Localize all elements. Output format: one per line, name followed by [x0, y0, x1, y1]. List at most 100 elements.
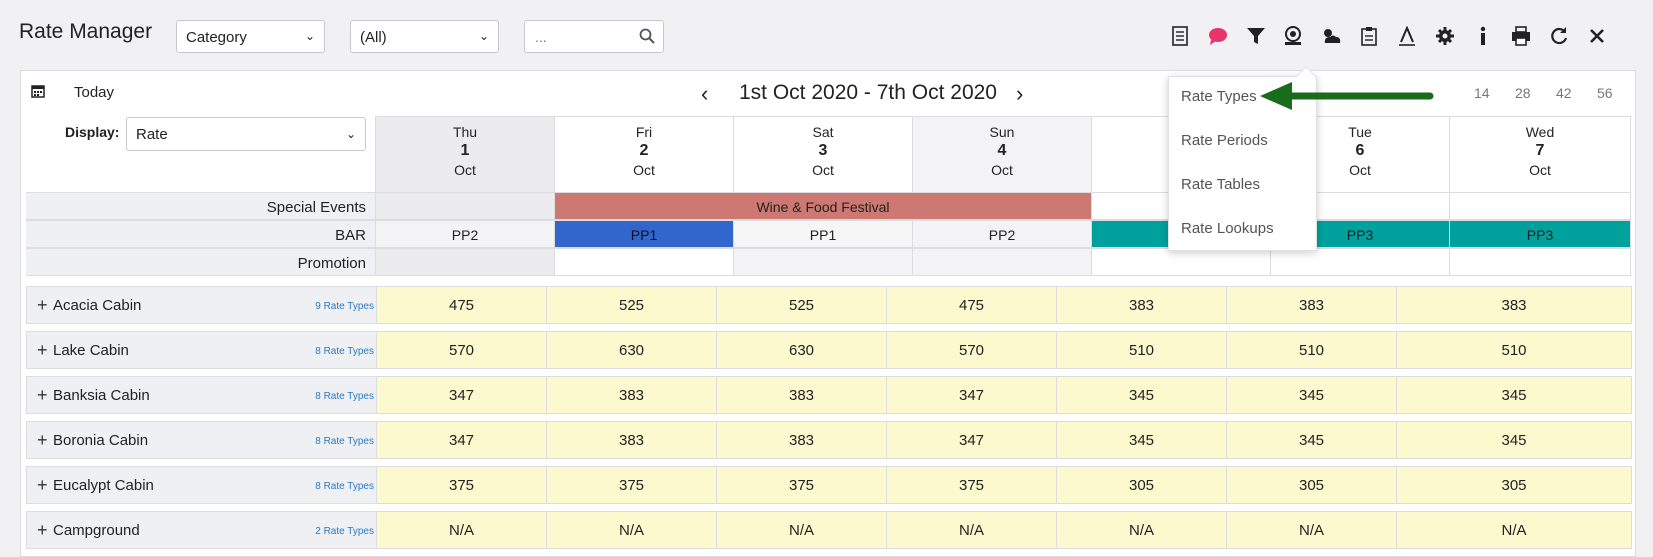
expand-plus-icon[interactable]: +: [37, 340, 48, 361]
text-format-icon[interactable]: [1393, 22, 1421, 50]
rate-cell[interactable]: N/A: [546, 512, 716, 548]
menu-item-rate-periods[interactable]: Rate Periods: [1181, 132, 1268, 149]
rate-cell[interactable]: 525: [546, 287, 716, 323]
span-14[interactable]: 14: [1474, 85, 1490, 101]
rate-cell[interactable]: 475: [376, 287, 546, 323]
rate-cell[interactable]: N/A: [886, 512, 1056, 548]
info-icon[interactable]: [1469, 22, 1497, 50]
rate-cell[interactable]: 305: [1226, 467, 1396, 503]
rate-cell[interactable]: 345: [1226, 377, 1396, 413]
promotion-cell[interactable]: [375, 248, 554, 276]
gear-icon[interactable]: [1431, 22, 1459, 50]
rate-cell[interactable]: 347: [886, 377, 1056, 413]
rate-cell[interactable]: 305: [1056, 467, 1226, 503]
promotion-cell[interactable]: [554, 248, 733, 276]
rate-types-link[interactable]: 9 Rate Types: [315, 301, 374, 312]
calendar-icon[interactable]: [31, 84, 45, 103]
list-icon[interactable]: [1166, 22, 1194, 50]
bar-cell[interactable]: PP3: [1449, 220, 1631, 248]
rate-cell[interactable]: 383: [1056, 287, 1226, 323]
rate-cell[interactable]: 630: [716, 332, 886, 368]
display-select[interactable]: Rate ⌄: [126, 117, 366, 151]
rate-cell[interactable]: 345: [1056, 377, 1226, 413]
rate-cell[interactable]: 375: [886, 467, 1056, 503]
promotion-cell[interactable]: [733, 248, 912, 276]
previous-arrow-icon[interactable]: ‹: [701, 81, 708, 107]
rate-cell[interactable]: 345: [1396, 377, 1631, 413]
clipboard-icon[interactable]: [1355, 22, 1383, 50]
rate-cell[interactable]: N/A: [376, 512, 546, 548]
rate-cell[interactable]: 347: [376, 422, 546, 458]
rate-cell[interactable]: 383: [546, 422, 716, 458]
bar-cell[interactable]: PP1: [733, 220, 912, 248]
rate-cell[interactable]: N/A: [716, 512, 886, 548]
all-select[interactable]: (All) ⌄: [350, 20, 499, 53]
rate-cell[interactable]: 383: [546, 377, 716, 413]
chat-bubble-icon[interactable]: [1204, 22, 1232, 50]
room-type-label: + Campground 2 Rate Types: [27, 512, 377, 548]
rate-cell[interactable]: 570: [886, 332, 1056, 368]
rate-cell[interactable]: 383: [716, 422, 886, 458]
rate-cell[interactable]: 383: [716, 377, 886, 413]
rate-cell[interactable]: 345: [1396, 422, 1631, 458]
filter-icon[interactable]: [1242, 22, 1270, 50]
refresh-icon[interactable]: [1545, 22, 1573, 50]
rate-cell[interactable]: 375: [716, 467, 886, 503]
bar-cell[interactable]: PP1: [554, 220, 733, 248]
rate-cell[interactable]: 347: [376, 377, 546, 413]
rate-cell[interactable]: 347: [886, 422, 1056, 458]
expand-plus-icon[interactable]: +: [37, 430, 48, 451]
rate-cell[interactable]: 375: [376, 467, 546, 503]
rate-cell[interactable]: 305: [1396, 467, 1631, 503]
rate-cell[interactable]: 475: [886, 287, 1056, 323]
rate-cell[interactable]: N/A: [1396, 512, 1631, 548]
bar-cell[interactable]: PP2: [375, 220, 554, 248]
span-56[interactable]: 56: [1597, 85, 1613, 101]
bar-cell[interactable]: PP2: [912, 220, 1091, 248]
rate-cell[interactable]: 510: [1396, 332, 1631, 368]
promotion-label: Promotion: [26, 248, 376, 276]
rate-types-link[interactable]: 8 Rate Types: [315, 436, 374, 447]
rate-cell[interactable]: 510: [1056, 332, 1226, 368]
today-button[interactable]: Today: [74, 84, 114, 101]
rate-cell[interactable]: 345: [1056, 422, 1226, 458]
promotion-cell[interactable]: [1270, 248, 1449, 276]
rate-types-link[interactable]: 8 Rate Types: [315, 481, 374, 492]
rate-cell[interactable]: 510: [1226, 332, 1396, 368]
expand-plus-icon[interactable]: +: [37, 475, 48, 496]
rates-dropdown-icon[interactable]: [1279, 22, 1307, 50]
rate-cell[interactable]: 383: [1226, 287, 1396, 323]
span-28[interactable]: 28: [1515, 85, 1531, 101]
promotion-cell[interactable]: [912, 248, 1091, 276]
expand-plus-icon[interactable]: +: [37, 520, 48, 541]
rate-cell[interactable]: N/A: [1226, 512, 1396, 548]
special-event-wine-food[interactable]: Wine & Food Festival: [554, 192, 1091, 220]
rate-cell[interactable]: 630: [546, 332, 716, 368]
close-icon[interactable]: [1583, 22, 1611, 50]
rate-types-link[interactable]: 8 Rate Types: [315, 391, 374, 402]
promotion-cell[interactable]: [1091, 248, 1270, 276]
menu-item-rate-lookups[interactable]: Rate Lookups: [1181, 220, 1274, 237]
search-icon[interactable]: [639, 28, 655, 49]
rate-cell[interactable]: 570: [376, 332, 546, 368]
print-icon[interactable]: [1507, 22, 1535, 50]
category-select[interactable]: Category ⌄: [176, 20, 325, 53]
room-type-name: Eucalypt Cabin: [53, 477, 154, 494]
promotion-cell[interactable]: [1449, 248, 1631, 276]
rate-cell[interactable]: 375: [546, 467, 716, 503]
rate-cell[interactable]: N/A: [1056, 512, 1226, 548]
search-input[interactable]: [535, 29, 635, 45]
menu-item-rate-types[interactable]: Rate Types: [1181, 88, 1257, 105]
rate-cell[interactable]: 345: [1226, 422, 1396, 458]
expand-plus-icon[interactable]: +: [37, 385, 48, 406]
all-select-value: (All): [360, 29, 387, 46]
rate-types-link[interactable]: 2 Rate Types: [315, 526, 374, 537]
expand-plus-icon[interactable]: +: [37, 295, 48, 316]
rate-cell[interactable]: 383: [1396, 287, 1631, 323]
rate-types-link[interactable]: 8 Rate Types: [315, 346, 374, 357]
weather-icon[interactable]: [1317, 22, 1345, 50]
next-arrow-icon[interactable]: ›: [1016, 81, 1023, 107]
menu-item-rate-tables[interactable]: Rate Tables: [1181, 176, 1260, 193]
rate-cell[interactable]: 525: [716, 287, 886, 323]
span-42[interactable]: 42: [1556, 85, 1572, 101]
